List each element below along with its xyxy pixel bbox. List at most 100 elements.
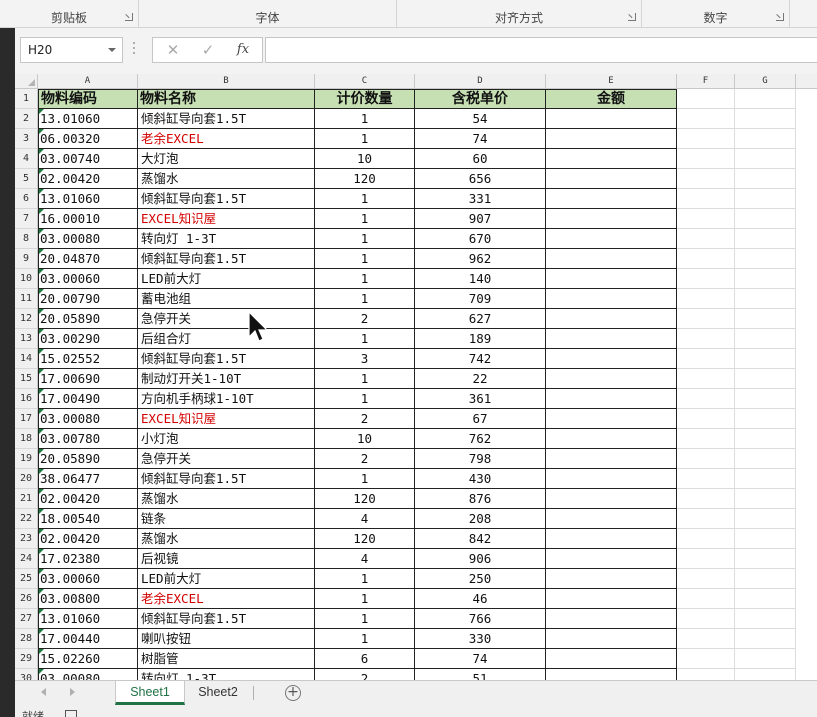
cell-unit-price[interactable]: 51: [415, 669, 546, 680]
cell-unit-price[interactable]: 762: [415, 429, 546, 449]
cell-amount[interactable]: [546, 469, 677, 489]
header-cell-b[interactable]: 物料名称: [138, 89, 315, 109]
row-header[interactable]: 21: [15, 489, 38, 509]
cell-amount[interactable]: [546, 249, 677, 269]
cell-material-name[interactable]: 蒸馏水: [138, 529, 315, 549]
cell-material-name[interactable]: 急停开关: [138, 449, 315, 469]
cell-amount[interactable]: [546, 269, 677, 289]
cell-material-name[interactable]: 倾斜缸导向套1.5T: [138, 249, 315, 269]
row-header[interactable]: 16: [15, 389, 38, 409]
cell-quantity[interactable]: 1: [315, 389, 415, 409]
row-header[interactable]: 29: [15, 649, 38, 669]
cell-material-name[interactable]: 小灯泡: [138, 429, 315, 449]
cell-quantity[interactable]: 1: [315, 109, 415, 129]
cell-amount[interactable]: [546, 529, 677, 549]
row-header[interactable]: 8: [15, 229, 38, 249]
cell-material-code[interactable]: 13.01060: [38, 189, 138, 209]
cell-material-name[interactable]: 喇叭按钮: [138, 629, 315, 649]
cell-material-name[interactable]: 倾斜缸导向套1.5T: [138, 109, 315, 129]
row-header[interactable]: 27: [15, 609, 38, 629]
cell-unit-price[interactable]: 189: [415, 329, 546, 349]
cell-quantity[interactable]: 2: [315, 409, 415, 429]
cell-amount[interactable]: [546, 429, 677, 449]
column-header-d[interactable]: D: [415, 74, 546, 89]
cell-material-code[interactable]: 18.00540: [38, 509, 138, 529]
cell-quantity[interactable]: 1: [315, 329, 415, 349]
cell-quantity[interactable]: 2: [315, 449, 415, 469]
cell-quantity[interactable]: 4: [315, 509, 415, 529]
cell-material-code[interactable]: 03.00060: [38, 569, 138, 589]
cell-unit-price[interactable]: 22: [415, 369, 546, 389]
cell-material-code[interactable]: 03.00060: [38, 269, 138, 289]
dialog-launcher-icon[interactable]: [628, 13, 636, 21]
cell-material-name[interactable]: LED前大灯: [138, 569, 315, 589]
header-cell-d[interactable]: 含税单价: [415, 89, 546, 109]
cell-amount[interactable]: [546, 609, 677, 629]
row-header[interactable]: 24: [15, 549, 38, 569]
cell-quantity[interactable]: 120: [315, 489, 415, 509]
cell-unit-price[interactable]: 656: [415, 169, 546, 189]
cell-unit-price[interactable]: 670: [415, 229, 546, 249]
formula-input[interactable]: [265, 37, 817, 63]
cell-quantity[interactable]: 1: [315, 369, 415, 389]
cell-quantity[interactable]: 1: [315, 609, 415, 629]
row-header[interactable]: 6: [15, 189, 38, 209]
cell-unit-price[interactable]: 627: [415, 309, 546, 329]
cell-amount[interactable]: [546, 649, 677, 669]
row-header[interactable]: 12: [15, 309, 38, 329]
cell-material-name[interactable]: 链条: [138, 509, 315, 529]
cell-quantity[interactable]: 10: [315, 429, 415, 449]
cell-unit-price[interactable]: 742: [415, 349, 546, 369]
cell-material-code[interactable]: 15.02260: [38, 649, 138, 669]
cell-quantity[interactable]: 120: [315, 169, 415, 189]
cell-material-name[interactable]: 倾斜缸导向套1.5T: [138, 349, 315, 369]
cell-material-name[interactable]: 老余EXCEL: [138, 129, 315, 149]
row-header[interactable]: 30: [15, 669, 38, 680]
row-header[interactable]: 15: [15, 369, 38, 389]
cell-material-code[interactable]: 15.02552: [38, 349, 138, 369]
select-all-button[interactable]: [15, 74, 38, 89]
cell-amount[interactable]: [546, 669, 677, 680]
row-header[interactable]: 17: [15, 409, 38, 429]
cell-material-code[interactable]: 03.00080: [38, 229, 138, 249]
dialog-launcher-icon[interactable]: [776, 13, 784, 21]
cell-material-name[interactable]: 大灯泡: [138, 149, 315, 169]
cell-material-name[interactable]: 转向灯 1-3T: [138, 669, 315, 680]
cell-amount[interactable]: [546, 589, 677, 609]
cell-unit-price[interactable]: 74: [415, 649, 546, 669]
cell-quantity[interactable]: 6: [315, 649, 415, 669]
cell-unit-price[interactable]: 331: [415, 189, 546, 209]
row-header[interactable]: 19: [15, 449, 38, 469]
cell-material-code[interactable]: 13.01060: [38, 609, 138, 629]
row-header[interactable]: 28: [15, 629, 38, 649]
row-header[interactable]: 9: [15, 249, 38, 269]
enter-icon[interactable]: ✓: [190, 38, 226, 62]
cell-material-name[interactable]: 制动灯开关1-10T: [138, 369, 315, 389]
cell-amount[interactable]: [546, 229, 677, 249]
cell-unit-price[interactable]: 74: [415, 129, 546, 149]
cell-material-name[interactable]: 老余EXCEL: [138, 589, 315, 609]
row-header[interactable]: 18: [15, 429, 38, 449]
cell-material-code[interactable]: 20.05890: [38, 449, 138, 469]
cell-unit-price[interactable]: 430: [415, 469, 546, 489]
cell-unit-price[interactable]: 140: [415, 269, 546, 289]
cell-unit-price[interactable]: 842: [415, 529, 546, 549]
cell-amount[interactable]: [546, 169, 677, 189]
cell-quantity[interactable]: 10: [315, 149, 415, 169]
row-header[interactable]: 5: [15, 169, 38, 189]
row-header[interactable]: 14: [15, 349, 38, 369]
cell-material-code[interactable]: 02.00420: [38, 529, 138, 549]
cell-quantity[interactable]: 2: [315, 669, 415, 680]
cell-quantity[interactable]: 4: [315, 549, 415, 569]
row-header[interactable]: 22: [15, 509, 38, 529]
cell-quantity[interactable]: 1: [315, 189, 415, 209]
cell-material-name[interactable]: EXCEL知识屋: [138, 209, 315, 229]
cell-material-name[interactable]: 蓄电池组: [138, 289, 315, 309]
cell-unit-price[interactable]: 709: [415, 289, 546, 309]
cell-quantity[interactable]: 120: [315, 529, 415, 549]
cell-material-name[interactable]: 倾斜缸导向套1.5T: [138, 609, 315, 629]
row-header[interactable]: 1: [15, 89, 38, 109]
row-header[interactable]: 4: [15, 149, 38, 169]
cell-amount[interactable]: [546, 569, 677, 589]
cell-unit-price[interactable]: 250: [415, 569, 546, 589]
